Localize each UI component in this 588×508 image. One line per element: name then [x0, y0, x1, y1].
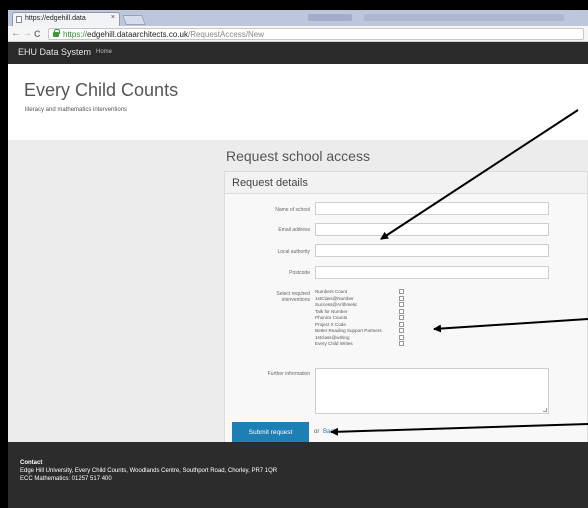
- back-arrow-icon[interactable]: ←: [11, 28, 21, 40]
- intervention-label: Every Child Writes: [315, 341, 353, 346]
- intervention-label: Numbers Count: [315, 289, 348, 294]
- request-form-panel: Request details Name of school Email add…: [224, 171, 588, 453]
- interventions-label-line2: interventions: [281, 297, 310, 303]
- back-link[interactable]: Back: [323, 429, 336, 435]
- lock-icon: [53, 29, 60, 37]
- intervention-checkbox[interactable]: [399, 328, 404, 333]
- page-icon: [16, 16, 22, 23]
- address-bar[interactable]: https://edgehill.dataarchitects.co.uk/Re…: [48, 28, 584, 40]
- intervention-checkbox[interactable]: [399, 315, 404, 320]
- site-subtitle: literacy and mathematics interventions: [25, 107, 128, 113]
- main-content: Request school access Request details Na…: [8, 140, 588, 453]
- intervention-label: Better Reading Support Partners: [315, 328, 382, 333]
- reload-icon[interactable]: C: [34, 28, 41, 40]
- forward-arrow-icon[interactable]: →: [22, 28, 32, 40]
- intervention-checkbox[interactable]: [399, 334, 404, 340]
- footer-phone: ECC Mathematics: 01257 517 400: [20, 476, 112, 482]
- url-scheme: https://: [63, 30, 88, 39]
- page-title: Request school access: [226, 148, 370, 164]
- blurred-tab: [308, 14, 352, 21]
- intervention-checkbox[interactable]: [399, 295, 404, 301]
- site-title: Every Child Counts: [24, 80, 179, 100]
- url-path: /RequestAccess/New: [187, 30, 264, 39]
- site-navbar: EHU Data System Home: [8, 42, 588, 64]
- local-authority-input[interactable]: [315, 244, 549, 257]
- further-information-textarea[interactable]: [315, 368, 549, 414]
- or-text: or: [314, 429, 320, 435]
- intervention-checkbox[interactable]: [399, 321, 404, 327]
- screen-frame-top: [0, 0, 588, 10]
- footer-address: Edge Hill University, Every Child Counts…: [20, 468, 278, 474]
- resize-grip-icon[interactable]: [543, 408, 547, 412]
- intervention-checkbox[interactable]: [399, 308, 404, 314]
- local-authority-label: Local authority: [277, 249, 310, 255]
- new-tab-button[interactable]: [122, 15, 146, 25]
- intervention-checkbox[interactable]: [399, 289, 404, 294]
- postcode-label: Postcode: [289, 270, 310, 276]
- intervention-label: 1stclass@writing: [315, 334, 350, 340]
- school-name-label: Name of school: [275, 207, 310, 213]
- postcode-input[interactable]: [315, 266, 549, 279]
- intervention-label: Talk for Number: [315, 308, 348, 314]
- intervention-checkbox[interactable]: [399, 302, 404, 307]
- browser-tab-bar: https://edgehill.data ×: [8, 10, 588, 26]
- email-input[interactable]: [315, 223, 549, 236]
- tab-title: https://edgehill.data: [25, 15, 86, 22]
- intervention-checkbox[interactable]: [399, 341, 404, 346]
- screen-frame-left: [0, 0, 8, 508]
- browser-toolbar: ← → C https://edgehill.dataarchitects.co…: [8, 26, 588, 42]
- submit-request-button[interactable]: Submit request: [232, 422, 309, 444]
- panel-title: Request details: [225, 172, 587, 194]
- tab-close-icon[interactable]: ×: [111, 14, 115, 21]
- site-footer: Contact Edge Hill University, Every Chil…: [8, 442, 588, 508]
- browser-tab[interactable]: https://edgehill.data ×: [12, 12, 120, 26]
- nav-home-link[interactable]: Home: [96, 49, 112, 55]
- further-information-label: Further information: [267, 371, 310, 377]
- intervention-label: Project X Code: [315, 321, 346, 327]
- intervention-label: Phonics Counts: [315, 315, 348, 320]
- email-label: Email address: [278, 227, 310, 233]
- blurred-tab: [364, 14, 564, 21]
- intervention-label: 1stClass@Number: [315, 295, 354, 301]
- school-name-input[interactable]: [315, 202, 549, 215]
- site-header: Every Child Counts literacy and mathemat…: [8, 64, 588, 140]
- url-domain: edgehill.dataarchitects.co.uk: [87, 30, 188, 39]
- intervention-label: Success@Arithmetic: [315, 302, 358, 307]
- footer-title: Contact: [20, 460, 43, 466]
- brand-link[interactable]: EHU Data System: [18, 47, 91, 57]
